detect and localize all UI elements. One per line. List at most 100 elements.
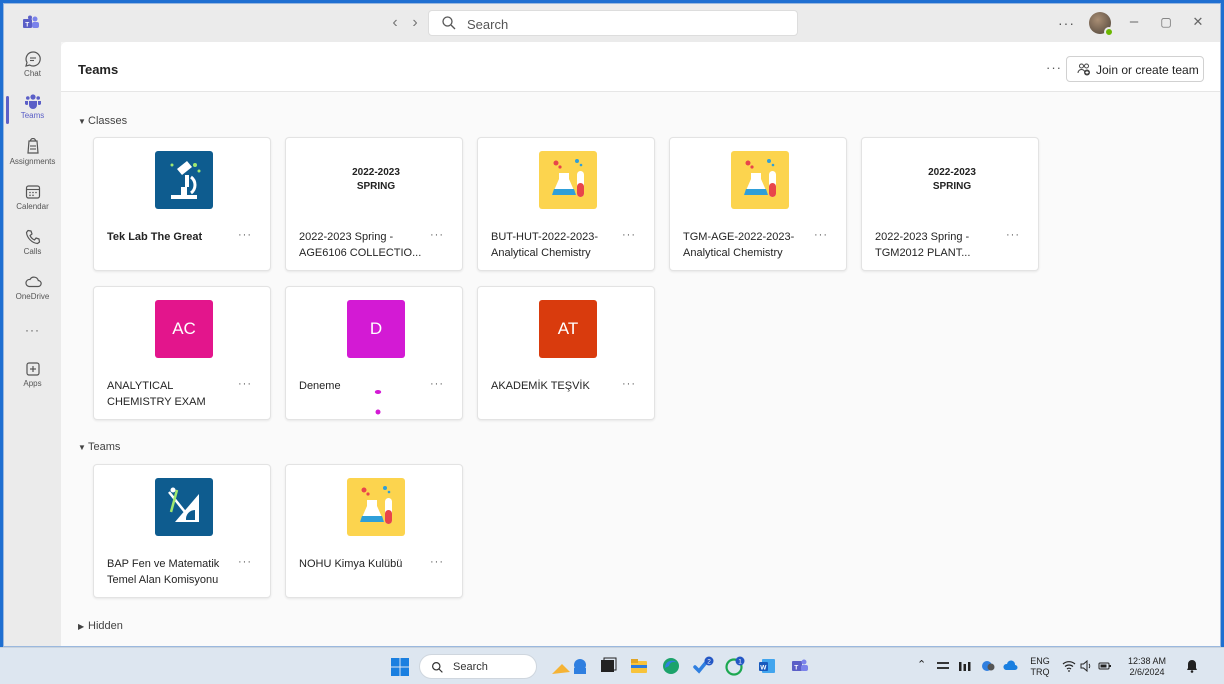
onedrive-tray-icon[interactable] xyxy=(1002,660,1018,672)
team-card[interactable]: BAP Fen ve Matematik Temel Alan Komisyon… xyxy=(93,464,271,598)
team-more-button[interactable]: ··· xyxy=(238,378,252,390)
language-indicator[interactable]: ENG TRQ xyxy=(1028,656,1052,678)
join-button-label: Join or create team xyxy=(1096,63,1199,77)
geometry-icon xyxy=(155,478,213,536)
team-initials-avatar: D xyxy=(347,300,405,358)
team-card[interactable]: BUT-HUT-2022-2023-Analytical Chemistry ·… xyxy=(477,137,655,271)
section-teams-toggle[interactable]: ▼ Teams xyxy=(78,441,120,453)
rail-label: Chat xyxy=(24,69,41,78)
teams-taskbar-icon[interactable]: T xyxy=(788,656,810,676)
team-name: 2022-2023 Spring - AGE6106 COLLECTIO... xyxy=(299,231,422,259)
teams-main-panel: Teams ··· Join or create team ▼Classes xyxy=(61,42,1220,646)
team-card[interactable]: NOHU Kimya Kulübü ··· xyxy=(285,464,463,598)
rail-label: OneDrive xyxy=(15,292,50,301)
battery-icon[interactable] xyxy=(1098,661,1112,671)
caret-down-icon: ▼ xyxy=(78,117,86,126)
taskbar-search[interactable]: Search xyxy=(419,654,537,679)
team-initials-avatar: AT xyxy=(539,300,597,358)
team-name: Deneme xyxy=(299,380,341,392)
flask-icon xyxy=(731,151,789,209)
notification-bell-icon[interactable] xyxy=(1186,659,1198,673)
team-card[interactable]: D Deneme ··· xyxy=(285,286,463,420)
tray-app-icon[interactable] xyxy=(958,660,972,672)
rail-label: Calendar xyxy=(16,202,49,211)
todo-app-icon[interactable]: 2 xyxy=(692,656,714,676)
clock[interactable]: 12:38 AM 2/6/2024 xyxy=(1122,656,1172,678)
profile-avatar[interactable] xyxy=(1089,12,1114,37)
team-name: ANALYTICAL CHEMISTRY EXAM xyxy=(107,380,206,408)
minimize-button[interactable]: – xyxy=(1124,13,1144,30)
presence-available-icon xyxy=(1104,27,1114,37)
team-image: 2022-2023 SPRING xyxy=(923,151,981,209)
global-search[interactable] xyxy=(428,10,798,36)
team-more-button[interactable]: ··· xyxy=(1006,229,1020,241)
rail-label: Calls xyxy=(23,247,42,256)
more-apps-icon: ··· xyxy=(25,323,40,337)
widgets-icon[interactable] xyxy=(550,656,588,676)
wifi-icon[interactable] xyxy=(1062,660,1076,672)
caret-down-icon: ▼ xyxy=(78,443,86,452)
word-icon[interactable]: W xyxy=(756,656,778,676)
rail-item-apps[interactable]: Apps xyxy=(4,360,61,400)
team-more-button[interactable]: ··· xyxy=(430,229,444,241)
volume-icon[interactable] xyxy=(1080,660,1092,672)
team-name: BAP Fen ve Matematik Temel Alan Komisyon… xyxy=(107,558,220,586)
join-or-create-team-button[interactable]: Join or create team xyxy=(1066,56,1204,82)
team-card[interactable]: Tek Lab The Great ··· xyxy=(93,137,271,271)
rail-item-teams[interactable]: Teams xyxy=(4,92,61,132)
tray-app-icon[interactable] xyxy=(936,660,950,672)
team-initials: D xyxy=(369,319,383,338)
rail-item-chat[interactable]: Chat xyxy=(4,50,61,90)
rail-item-calls[interactable]: Calls xyxy=(4,228,61,268)
rail-item-assignments[interactable]: Assignments xyxy=(4,138,61,178)
taskbar-search-label: Search xyxy=(453,661,488,673)
team-card[interactable]: 2022-2023 SPRING 2022-2023 Spring - AGE61… xyxy=(285,137,463,271)
team-card[interactable]: AT AKADEMİK TEŞVİK ··· xyxy=(477,286,655,420)
close-button[interactable]: ✕ xyxy=(1188,14,1208,30)
image-line1: 2022-2023 xyxy=(928,167,976,178)
clock-date: 2/6/2024 xyxy=(1129,667,1165,677)
team-name: TGM-AGE-2022-2023-Analytical Chemistry xyxy=(683,231,795,259)
windows-start-icon[interactable] xyxy=(391,658,409,676)
forward-button[interactable]: › xyxy=(406,14,424,32)
calendar-icon xyxy=(25,185,40,199)
team-more-button[interactable]: ··· xyxy=(814,229,828,241)
team-card[interactable]: 2022-2023 SPRING 2022-2023 Spring - TGM20… xyxy=(861,137,1039,271)
rail-item-onedrive[interactable]: OneDrive xyxy=(4,273,61,313)
team-more-button[interactable]: ··· xyxy=(430,556,444,568)
lang-line1: ENG xyxy=(1030,656,1050,666)
section-hidden-toggle[interactable]: ▶ Hidden xyxy=(78,620,123,632)
svg-text:W: W xyxy=(760,664,767,671)
search-input[interactable] xyxy=(467,14,787,34)
rail-label: Apps xyxy=(23,379,42,388)
tray-app-icon[interactable] xyxy=(980,659,996,673)
rail-item-calendar[interactable]: Calendar xyxy=(4,183,61,223)
back-button[interactable]: ‹ xyxy=(386,14,404,32)
maximize-button[interactable]: ▢ xyxy=(1156,15,1176,29)
tray-overflow-button[interactable]: ⌃ xyxy=(917,660,926,671)
team-card[interactable]: AC ANALYTICAL CHEMISTRY EXAM ··· xyxy=(93,286,271,420)
lang-line2: TRQ xyxy=(1030,667,1050,677)
task-view-icon[interactable] xyxy=(597,656,619,676)
file-explorer-icon[interactable] xyxy=(628,656,650,676)
team-more-button[interactable]: ··· xyxy=(238,556,252,568)
team-more-button[interactable]: ··· xyxy=(430,378,444,390)
team-more-button[interactable]: ··· xyxy=(238,229,252,241)
team-card[interactable]: TGM-AGE-2022-2023-Analytical Chemistry ·… xyxy=(669,137,847,271)
whatsapp-icon[interactable]: 1 xyxy=(724,656,746,676)
search-icon xyxy=(442,16,456,30)
rail-item-more-apps[interactable]: ··· xyxy=(4,320,61,360)
section-title: Hidden xyxy=(88,620,123,632)
header-more-button[interactable]: ··· xyxy=(1046,60,1062,75)
team-name: NOHU Kimya Kulübü xyxy=(299,558,403,570)
image-line2: SPRING xyxy=(932,181,972,192)
team-more-button[interactable]: ··· xyxy=(622,229,636,241)
settings-more-button[interactable]: ··· xyxy=(1058,15,1075,31)
section-classes-toggle[interactable]: ▼ Classes xyxy=(78,115,127,127)
title-bar: T ‹ › ··· – ▢ ✕ xyxy=(4,4,1220,42)
edge-browser-icon[interactable] xyxy=(660,656,682,676)
team-name: 2022-2023 Spring - TGM2012 PLANT... xyxy=(875,231,971,259)
section-title: Classes xyxy=(88,115,128,127)
team-more-button[interactable]: ··· xyxy=(622,378,636,390)
teams-icon xyxy=(24,94,41,109)
